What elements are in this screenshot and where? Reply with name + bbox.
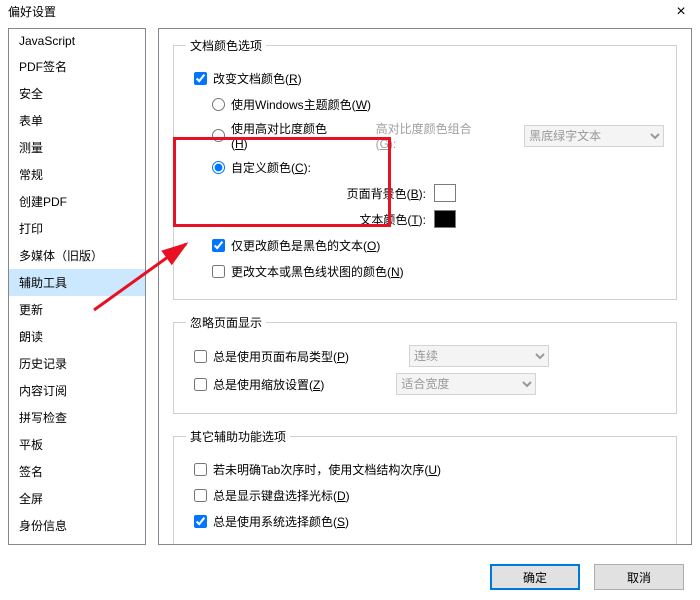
sidebar-item[interactable]: JavaScript: [9, 29, 145, 53]
label: 总是使用页面布局类型(P): [213, 348, 349, 365]
row-tab-order[interactable]: 若未明确Tab次序时，使用文档结构次序(U): [194, 459, 664, 479]
label: 使用Windows主题颜色(W): [231, 96, 371, 113]
sidebar-item[interactable]: 辅助工具: [9, 269, 145, 296]
sidebar-item[interactable]: 打印: [9, 215, 145, 242]
checkbox-layout-type[interactable]: [194, 350, 207, 363]
checkbox-tab-order[interactable]: [194, 463, 207, 476]
label: 使用高对比度颜色(H): [231, 120, 344, 151]
sidebar-item[interactable]: 身份信息: [9, 512, 145, 539]
hc-combo-label: 高对比度颜色组合(G):: [376, 120, 493, 151]
row-change-doc-color[interactable]: 改变文档颜色(R): [194, 68, 664, 88]
row-custom-color[interactable]: 自定义颜色(C):: [212, 157, 664, 177]
sidebar-item[interactable]: 创建PDF: [9, 188, 145, 215]
checkbox-only-black[interactable]: [212, 239, 225, 252]
label: 页面背景色(B):: [347, 185, 426, 202]
row-zoom[interactable]: 总是使用缩放设置(Z) 适合宽度: [194, 373, 664, 395]
row-win-theme[interactable]: 使用Windows主题颜色(W): [212, 94, 664, 114]
footer: 确定 取消: [490, 564, 684, 590]
label: 若未明确Tab次序时，使用文档结构次序(U): [213, 461, 441, 478]
checkbox-line-art[interactable]: [212, 265, 225, 278]
label: 总是使用缩放设置(Z): [213, 376, 324, 393]
group-legend: 忽略页面显示: [186, 314, 266, 331]
radio-custom-color[interactable]: [212, 161, 225, 174]
row-kb-cursor[interactable]: 总是显示键盘选择光标(D): [194, 485, 664, 505]
sidebar-item[interactable]: 多媒体（旧版）: [9, 242, 145, 269]
label: 自定义颜色(C):: [231, 159, 311, 176]
close-icon[interactable]: ×: [666, 3, 696, 21]
row-line-art[interactable]: 更改文本或黑色线状图的颜色(N): [212, 261, 664, 281]
zoom-select: 适合宽度: [396, 373, 536, 395]
main-panel: JavaScriptPDF签名安全表单测量常规创建PDF打印多媒体（旧版）辅助工…: [8, 28, 692, 545]
sidebar-item[interactable]: 拼写检查: [9, 404, 145, 431]
row-only-black[interactable]: 仅更改颜色是黑色的文本(O): [212, 235, 664, 255]
row-sys-color[interactable]: 总是使用系统选择颜色(S): [194, 511, 664, 531]
sidebar[interactable]: JavaScriptPDF签名安全表单测量常规创建PDF打印多媒体（旧版）辅助工…: [8, 28, 146, 545]
sidebar-item[interactable]: PDF签名: [9, 53, 145, 80]
group-doc-color: 文档颜色选项 改变文档颜色(R) 使用Windows主题颜色(W) 使用高对比度…: [173, 37, 677, 300]
hc-combo-select: 黑底绿字文本: [524, 125, 664, 147]
row-layout-type[interactable]: 总是使用页面布局类型(P) 连续: [194, 345, 664, 367]
content-panel: 文档颜色选项 改变文档颜色(R) 使用Windows主题颜色(W) 使用高对比度…: [158, 28, 692, 545]
label: 文本颜色(T):: [359, 211, 426, 228]
checkbox-zoom[interactable]: [194, 378, 207, 391]
label: 总是显示键盘选择光标(D): [213, 487, 350, 504]
sidebar-item[interactable]: 表单: [9, 107, 145, 134]
sidebar-item[interactable]: 测量: [9, 134, 145, 161]
cancel-button[interactable]: 取消: [594, 564, 684, 590]
sidebar-item[interactable]: 常规: [9, 161, 145, 188]
row-high-contrast[interactable]: 使用高对比度颜色(H) 高对比度颜色组合(G): 黑底绿字文本: [212, 120, 664, 151]
sidebar-item[interactable]: 更新: [9, 296, 145, 323]
label: 更改文本或黑色线状图的颜色(N): [231, 263, 404, 280]
checkbox-change-doc-color[interactable]: [194, 72, 207, 85]
sidebar-item[interactable]: 朗读: [9, 323, 145, 350]
sidebar-item[interactable]: 安全: [9, 80, 145, 107]
sidebar-item[interactable]: 全屏: [9, 485, 145, 512]
checkbox-sys-color[interactable]: [194, 515, 207, 528]
label: 改变文档颜色(R): [213, 70, 302, 87]
group-legend: 文档颜色选项: [186, 37, 266, 54]
window-title: 偏好设置: [8, 3, 56, 20]
radio-win-theme[interactable]: [212, 98, 225, 111]
group-other: 其它辅助功能选项 若未明确Tab次序时，使用文档结构次序(U) 总是显示键盘选择…: [173, 428, 677, 545]
radio-high-contrast[interactable]: [212, 129, 225, 142]
group-legend: 其它辅助功能选项: [186, 428, 290, 445]
label: 总是使用系统选择颜色(S): [213, 513, 349, 530]
titlebar: 偏好设置 ×: [0, 0, 700, 24]
label: 仅更改颜色是黑色的文本(O): [231, 237, 380, 254]
swatch-text-color[interactable]: [434, 210, 456, 228]
row-page-bg: 页面背景色(B):: [246, 183, 456, 203]
swatch-page-bg[interactable]: [434, 184, 456, 202]
row-text-color: 文本颜色(T):: [246, 209, 456, 229]
sidebar-item[interactable]: 内容订阅: [9, 377, 145, 404]
checkbox-kb-cursor[interactable]: [194, 489, 207, 502]
layout-select: 连续: [409, 345, 549, 367]
ok-button[interactable]: 确定: [490, 564, 580, 590]
sidebar-item[interactable]: 签名: [9, 458, 145, 485]
group-ignore-page: 忽略页面显示 总是使用页面布局类型(P) 连续 总是使用缩放设置(Z) 适合宽度: [173, 314, 677, 414]
sidebar-item[interactable]: 平板: [9, 431, 145, 458]
sidebar-item[interactable]: 历史记录: [9, 350, 145, 377]
